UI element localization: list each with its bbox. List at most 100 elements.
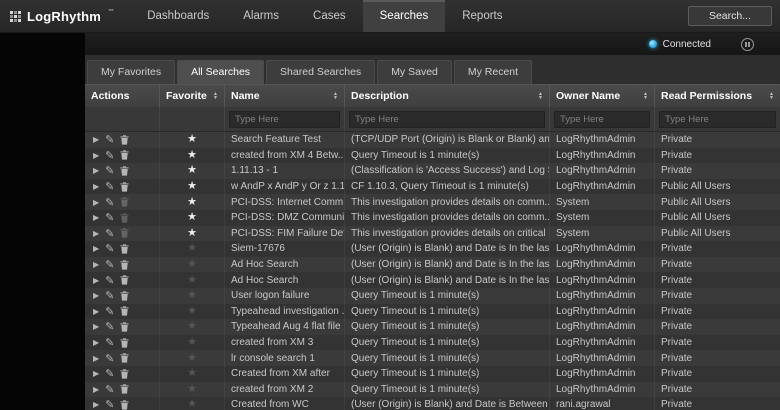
edit-search-icon[interactable]: ✎ xyxy=(105,196,114,209)
tab-all-searches[interactable]: All Searches xyxy=(177,60,264,84)
table-row[interactable]: ▶✎★Created from XM afterQuery Timeout is… xyxy=(85,366,780,382)
column-header-name[interactable]: Name▲▼ xyxy=(225,85,345,107)
table-row[interactable]: ▶✎★PCI-DSS: FIM Failure DetailThis inves… xyxy=(85,226,780,242)
edit-search-icon[interactable]: ✎ xyxy=(105,180,114,193)
table-row[interactable]: ▶✎★created from XM 4 Betw...Query Timeou… xyxy=(85,148,780,164)
edit-search-icon[interactable]: ✎ xyxy=(105,367,114,380)
run-search-icon[interactable]: ▶ xyxy=(93,307,99,316)
delete-search-icon[interactable] xyxy=(120,182,129,192)
favorite-star-icon[interactable]: ★ xyxy=(187,134,197,145)
run-search-icon[interactable]: ▶ xyxy=(93,198,99,207)
delete-search-icon[interactable] xyxy=(120,338,129,348)
run-search-icon[interactable]: ▶ xyxy=(93,276,99,285)
favorite-star-icon[interactable]: ★ xyxy=(187,275,197,286)
favorite-star-icon[interactable]: ★ xyxy=(187,306,197,317)
nav-item-reports[interactable]: Reports xyxy=(445,0,519,32)
delete-search-icon[interactable] xyxy=(120,244,129,254)
run-search-icon[interactable]: ▶ xyxy=(93,213,99,222)
edit-search-icon[interactable]: ✎ xyxy=(105,289,114,302)
delete-search-icon[interactable] xyxy=(120,353,129,363)
favorite-star-icon[interactable]: ★ xyxy=(187,150,197,161)
table-row[interactable]: ▶✎★1.11.13 - 1(Classification is 'Access… xyxy=(85,163,780,179)
nav-item-cases[interactable]: Cases xyxy=(296,0,363,32)
delete-search-icon[interactable] xyxy=(120,197,129,207)
delete-search-icon[interactable] xyxy=(120,322,129,332)
delete-search-icon[interactable] xyxy=(120,291,129,301)
tab-my-saved[interactable]: My Saved xyxy=(377,60,452,84)
favorite-star-icon[interactable]: ★ xyxy=(187,399,197,410)
run-search-icon[interactable]: ▶ xyxy=(93,260,99,269)
run-search-icon[interactable]: ▶ xyxy=(93,338,99,347)
run-search-icon[interactable]: ▶ xyxy=(93,135,99,144)
table-row[interactable]: ▶✎★Ad Hoc Search(User (Origin) is Blank)… xyxy=(85,257,780,273)
table-row[interactable]: ▶✎★Typeahead investigation ...Query Time… xyxy=(85,304,780,320)
delete-search-icon[interactable] xyxy=(120,213,129,223)
delete-search-icon[interactable] xyxy=(120,275,129,285)
table-row[interactable]: ▶✎★Siem-17676(User (Origin) is Blank) an… xyxy=(85,241,780,257)
table-row[interactable]: ▶✎★Search Feature Test(TCP/UDP Port (Ori… xyxy=(85,132,780,148)
edit-search-icon[interactable]: ✎ xyxy=(105,274,114,287)
table-row[interactable]: ▶✎★w AndP x AndP y Or z 1.1...CF 1.10.3,… xyxy=(85,179,780,195)
run-search-icon[interactable]: ▶ xyxy=(93,182,99,191)
delete-search-icon[interactable] xyxy=(120,228,129,238)
delete-search-icon[interactable] xyxy=(120,306,129,316)
sort-icon[interactable]: ▲▼ xyxy=(643,92,648,100)
nav-item-alarms[interactable]: Alarms xyxy=(226,0,296,32)
favorite-star-icon[interactable]: ★ xyxy=(187,243,197,254)
edit-search-icon[interactable]: ✎ xyxy=(105,258,114,271)
sort-icon[interactable]: ▲▼ xyxy=(333,92,338,100)
edit-search-icon[interactable]: ✎ xyxy=(105,164,114,177)
run-search-icon[interactable]: ▶ xyxy=(93,166,99,175)
tab-my-favorites[interactable]: My Favorites xyxy=(87,60,175,84)
table-row[interactable]: ▶✎★PCI-DSS: Internet Comm...This investi… xyxy=(85,194,780,210)
edit-search-icon[interactable]: ✎ xyxy=(105,227,114,240)
tab-my-recent[interactable]: My Recent xyxy=(454,60,532,84)
column-header-favorite[interactable]: Favorite▲▼ xyxy=(160,85,225,107)
run-search-icon[interactable]: ▶ xyxy=(93,229,99,238)
edit-search-icon[interactable]: ✎ xyxy=(105,398,114,410)
delete-search-icon[interactable] xyxy=(120,369,129,379)
favorite-star-icon[interactable]: ★ xyxy=(187,197,197,208)
delete-search-icon[interactable] xyxy=(120,400,129,410)
favorite-star-icon[interactable]: ★ xyxy=(187,181,197,192)
delete-search-icon[interactable] xyxy=(120,150,129,160)
run-search-icon[interactable]: ▶ xyxy=(93,244,99,253)
run-search-icon[interactable]: ▶ xyxy=(93,151,99,160)
table-row[interactable]: ▶✎★Created from WC(User (Origin) is Blan… xyxy=(85,397,780,410)
table-row[interactable]: ▶✎★Typeahead Aug 4 flat fileQuery Timeou… xyxy=(85,319,780,335)
edit-search-icon[interactable]: ✎ xyxy=(105,336,114,349)
sort-icon[interactable]: ▲▼ xyxy=(769,92,774,100)
favorite-star-icon[interactable]: ★ xyxy=(187,384,197,395)
run-search-icon[interactable]: ▶ xyxy=(93,369,99,378)
favorite-star-icon[interactable]: ★ xyxy=(187,290,197,301)
table-row[interactable]: ▶✎★lr console search 1Query Timeout is 1… xyxy=(85,350,780,366)
tab-shared-searches[interactable]: Shared Searches xyxy=(266,60,375,84)
edit-search-icon[interactable]: ✎ xyxy=(105,320,114,333)
edit-search-icon[interactable]: ✎ xyxy=(105,149,114,162)
global-search-button[interactable]: Search... xyxy=(688,6,772,26)
run-search-icon[interactable]: ▶ xyxy=(93,385,99,394)
edit-search-icon[interactable]: ✎ xyxy=(105,352,114,365)
favorite-star-icon[interactable]: ★ xyxy=(187,212,197,223)
owner-filter-input[interactable] xyxy=(554,111,650,128)
name-filter-input[interactable] xyxy=(229,111,340,128)
table-row[interactable]: ▶✎★PCI-DSS: DMZ Communic...This investig… xyxy=(85,210,780,226)
pause-refresh-button[interactable] xyxy=(741,38,754,51)
edit-search-icon[interactable]: ✎ xyxy=(105,211,114,224)
favorite-star-icon[interactable]: ★ xyxy=(187,337,197,348)
column-header-owner-name[interactable]: Owner Name▲▼ xyxy=(550,85,655,107)
favorite-star-icon[interactable]: ★ xyxy=(187,165,197,176)
favorite-star-icon[interactable]: ★ xyxy=(187,321,197,332)
description-filter-input[interactable] xyxy=(349,111,545,128)
run-search-icon[interactable]: ▶ xyxy=(93,322,99,331)
table-row[interactable]: ▶✎★User logon failureQuery Timeout is 1 … xyxy=(85,288,780,304)
delete-search-icon[interactable] xyxy=(120,166,129,176)
delete-search-icon[interactable] xyxy=(120,384,129,394)
column-header-description[interactable]: Description▲▼ xyxy=(345,85,550,107)
column-header-read-permissions[interactable]: Read Permissions▲▼ xyxy=(655,85,780,107)
favorite-star-icon[interactable]: ★ xyxy=(187,353,197,364)
nav-item-searches[interactable]: Searches xyxy=(363,0,446,32)
edit-search-icon[interactable]: ✎ xyxy=(105,305,114,318)
favorite-star-icon[interactable]: ★ xyxy=(187,368,197,379)
delete-search-icon[interactable] xyxy=(120,260,129,270)
